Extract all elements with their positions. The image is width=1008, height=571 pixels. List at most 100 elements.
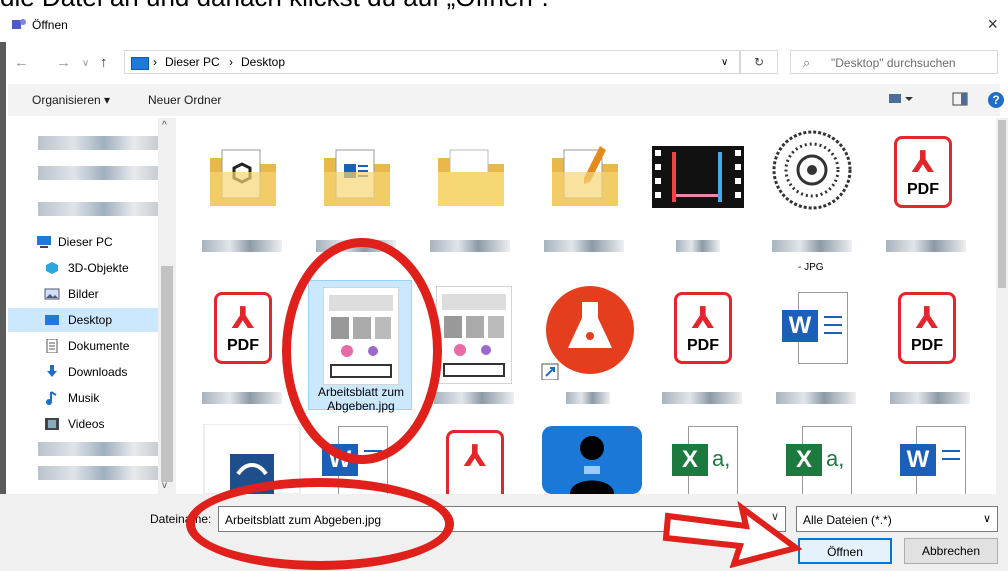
sidebar-item-musik[interactable]: Musik	[8, 386, 158, 410]
new-folder-button[interactable]: Neuer Ordner	[148, 93, 221, 107]
file-item[interactable]: W	[764, 280, 868, 410]
scroll-thumb[interactable]	[998, 120, 1006, 288]
help-button[interactable]: ?	[988, 92, 1004, 108]
search-icon: ⌕	[803, 55, 811, 70]
blurred-file-name	[886, 240, 966, 252]
pc-icon	[131, 57, 149, 70]
file-item[interactable]: ⅄ PDF	[878, 280, 982, 410]
sidebar-item-dieser-pc[interactable]: Dieser PC	[8, 230, 158, 254]
blurred-drive-item[interactable]	[38, 442, 158, 456]
content-scrollbar[interactable]	[996, 118, 1008, 494]
word-icon: W	[900, 426, 966, 494]
pictures-icon	[44, 288, 60, 300]
blurred-quick-access-item[interactable]	[38, 166, 158, 180]
blurred-file-name	[676, 240, 720, 252]
navigation-pane: Dieser PC 3D-Objekte Bilder Desktop Doku…	[8, 118, 176, 494]
sidebar-item-downloads[interactable]: Downloads	[8, 360, 158, 384]
blurred-file-name	[772, 240, 852, 252]
sidebar-item-3d-objekte[interactable]: 3D-Objekte	[8, 256, 158, 280]
blurred-quick-access-item[interactable]	[38, 136, 158, 150]
forward-arrow-icon[interactable]: →	[56, 54, 71, 71]
refresh-button[interactable]: ↻	[740, 50, 778, 74]
file-item[interactable]	[304, 124, 408, 254]
organize-menu-button[interactable]: Organisieren ▾	[32, 93, 110, 107]
recent-locations-chevron-icon[interactable]: ∨	[82, 58, 89, 69]
file-item[interactable]	[532, 124, 636, 254]
excel-letter: X	[786, 444, 822, 476]
address-bar-row: ← → ∨ ↑ › Dieser PC › Desktop ∨ ↻ ⌕ "Des…	[0, 48, 1008, 78]
title-bar: Öffnen ×	[0, 12, 1008, 42]
up-arrow-icon[interactable]: ↑	[100, 54, 108, 71]
word-letter: W	[782, 310, 818, 342]
downloads-icon	[47, 365, 57, 377]
file-item[interactable]: ⅄ PDF	[874, 124, 978, 254]
file-extension-label: - JPG	[798, 262, 824, 273]
file-type-select[interactable]: Alle Dateien (*.*) ∨	[796, 506, 998, 532]
file-item[interactable]: ⅄ PDF	[190, 280, 294, 410]
blurred-file-name	[662, 392, 742, 404]
navigation-scrollbar[interactable]: ^ v	[158, 118, 176, 494]
acrobat-icon: ⅄	[691, 302, 715, 335]
worksheet-image	[436, 286, 512, 384]
sidebar-item-label: Dieser PC	[58, 235, 113, 249]
file-item[interactable]	[536, 280, 640, 410]
videos-icon	[45, 418, 59, 430]
sidebar-item-videos[interactable]: Videos	[8, 412, 158, 436]
close-button[interactable]: ×	[987, 14, 998, 35]
sidebar-item-bilder[interactable]: Bilder	[8, 282, 158, 306]
file-item[interactable]: X a,	[654, 424, 758, 494]
pdf-icon: ⅄	[446, 430, 504, 494]
dialog-footer: Dateiname: Arbeitsblatt zum Abgeben.jpg …	[0, 494, 1008, 571]
breadcrumb-dieser-pc[interactable]: Dieser PC	[165, 55, 220, 69]
window-left-border	[0, 12, 6, 571]
breadcrumb-separator: ›	[229, 55, 233, 69]
file-item[interactable]: - JPG	[760, 124, 864, 273]
file-item[interactable]: ⅄ PDF	[650, 280, 754, 410]
file-type-value: Alle Dateien (*.*)	[803, 513, 892, 527]
sidebar-item-dokumente[interactable]: Dokumente	[8, 334, 158, 358]
file-item[interactable]: W	[882, 424, 986, 494]
blurred-file-name	[202, 392, 282, 404]
word-letter: W	[900, 444, 936, 476]
word-icon: W	[782, 292, 848, 364]
file-item[interactable]	[540, 424, 644, 494]
file-item[interactable]	[646, 124, 750, 254]
scroll-down-arrow-icon[interactable]: v	[162, 480, 167, 491]
pdf-label: PDF	[911, 337, 943, 354]
search-input[interactable]: ⌕ "Desktop" durchsuchen	[790, 50, 998, 74]
chevron-down-icon: ∨	[982, 513, 991, 525]
address-box[interactable]: › Dieser PC › Desktop ∨	[124, 50, 740, 74]
breadcrumb-desktop[interactable]: Desktop	[241, 55, 285, 69]
acrobat-icon: ⅄	[463, 440, 487, 473]
mandala-image	[770, 124, 854, 220]
file-item[interactable]: X a,	[768, 424, 872, 494]
pdf-label: PDF	[227, 337, 259, 354]
teams-app-icon	[12, 19, 26, 29]
scroll-thumb[interactable]	[161, 266, 173, 482]
reader-app-icon	[542, 426, 642, 494]
sidebar-item-desktop[interactable]: Desktop	[8, 308, 158, 332]
file-item[interactable]	[190, 124, 294, 254]
excel-icon: X a,	[672, 426, 738, 494]
preview-pane-icon[interactable]	[952, 92, 968, 106]
scroll-up-arrow-icon[interactable]: ^	[162, 120, 167, 131]
file-item[interactable]: ⅄	[422, 424, 526, 494]
sidebar-item-label: Videos	[68, 417, 105, 431]
app-flask-icon	[541, 286, 634, 380]
open-button[interactable]: Öffnen	[798, 538, 892, 564]
file-item[interactable]	[418, 124, 522, 254]
desktop-icon	[45, 315, 59, 325]
blurred-quick-access-item[interactable]	[38, 202, 158, 216]
address-dropdown-chevron-icon[interactable]: ∨	[721, 57, 728, 68]
acrobat-icon: ⅄	[911, 146, 935, 179]
window-title: Öffnen	[32, 18, 68, 32]
pdf-icon: ⅄ PDF	[674, 292, 732, 364]
blurred-file-name	[890, 392, 970, 404]
blurred-file-name	[544, 240, 624, 252]
back-arrow-icon[interactable]: ←	[14, 54, 29, 71]
annotation-arrow-icon	[662, 500, 802, 568]
cancel-button[interactable]: Abbrechen	[904, 538, 998, 564]
blurred-drive-item[interactable]	[38, 466, 158, 480]
video-icon	[652, 146, 744, 208]
view-options-icon[interactable]	[888, 92, 914, 106]
